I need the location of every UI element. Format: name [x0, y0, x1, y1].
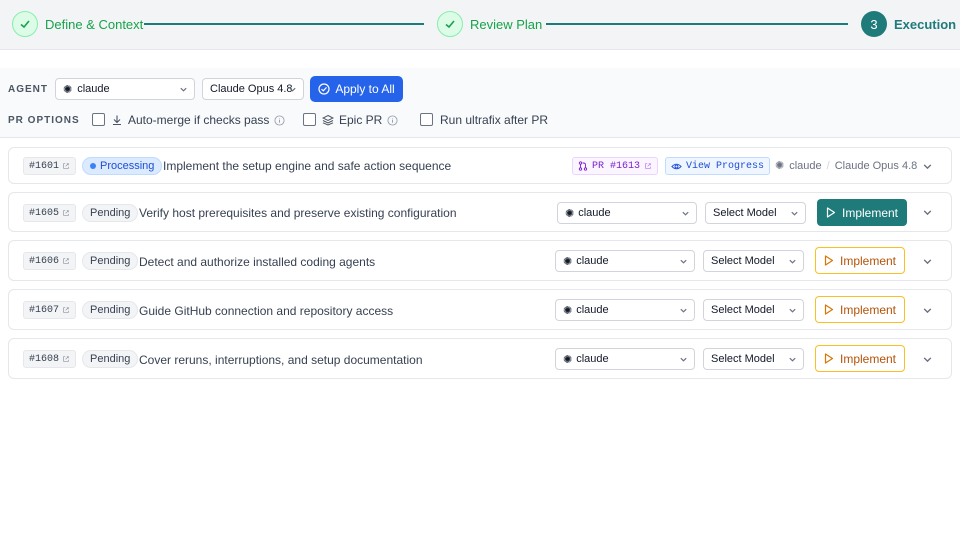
epic-pr-option: Epic PR — [322, 113, 398, 127]
status-badge: Pending — [82, 350, 139, 368]
task-title: Implement the setup engine and safe acti… — [163, 159, 452, 173]
model-select[interactable]: Select Model — [703, 250, 804, 272]
git-pull-request-icon — [578, 161, 588, 171]
external-link-icon — [645, 163, 651, 169]
chevron-down-icon — [791, 211, 798, 216]
issue-link[interactable]: #1608 — [23, 350, 77, 368]
check-circle-icon — [318, 83, 330, 95]
task-row: #1607 Pending Guide GitHub connection an… — [8, 289, 952, 330]
task-title: Cover reruns, interruptions, and setup d… — [139, 353, 423, 367]
chevron-down-icon[interactable] — [922, 354, 933, 365]
task-title: Guide GitHub connection and repository a… — [139, 304, 394, 318]
step-define-context[interactable]: Define & Context — [12, 11, 143, 37]
agent-select[interactable]: ✺ claude — [557, 202, 697, 224]
task-row: #1601 Processing Implement the setup eng… — [8, 147, 952, 184]
implement-button[interactable]: Implement — [815, 296, 905, 323]
claude-icon: ✺ — [563, 304, 573, 317]
automerge-checkbox[interactable] — [92, 113, 105, 126]
external-link-icon — [63, 163, 69, 169]
issue-link[interactable]: #1607 — [23, 301, 77, 319]
automerge-option: Auto-merge if checks pass — [111, 113, 285, 127]
separator: / — [826, 159, 830, 172]
issue-link[interactable]: #1601 — [23, 157, 77, 175]
agent-select[interactable]: ✺ claude — [55, 78, 195, 100]
step-connector — [546, 23, 848, 25]
agent-select[interactable]: ✺ claude — [555, 348, 695, 370]
chevron-down-icon[interactable] — [922, 256, 933, 267]
external-link-icon — [63, 210, 69, 216]
claude-icon: ✺ — [563, 353, 573, 366]
info-icon[interactable] — [387, 114, 398, 126]
info-icon[interactable] — [274, 114, 285, 126]
agent-model-info: ✺ claude / Claude Opus 4.8 — [775, 159, 918, 173]
play-icon — [824, 255, 834, 266]
check-icon — [12, 11, 38, 37]
step-connector — [144, 23, 424, 25]
view-progress-button[interactable]: View Progress — [665, 157, 771, 175]
model-select[interactable]: Select Model — [703, 348, 804, 370]
agent-select[interactable]: ✺ claude — [555, 299, 695, 321]
chevron-down-icon — [180, 87, 187, 92]
claude-icon: ✺ — [565, 207, 575, 220]
pr-options-label: PR OPTIONS — [8, 115, 80, 126]
task-row: #1608 Pending Cover reruns, interruption… — [8, 338, 952, 379]
chevron-down-icon[interactable] — [922, 207, 933, 218]
stepper: Define & Context Review Plan 3 Execution — [0, 0, 960, 50]
play-icon — [824, 304, 834, 315]
model-select[interactable]: Claude Opus 4.8 — [202, 78, 304, 100]
step-number: 3 — [861, 11, 887, 37]
step-review-plan[interactable]: Review Plan — [437, 11, 542, 37]
step-label: Review Plan — [470, 16, 543, 32]
chevron-down-icon[interactable] — [922, 305, 933, 316]
external-link-icon — [63, 307, 69, 313]
epic-pr-checkbox[interactable] — [303, 113, 316, 126]
task-row: #1605 Pending Verify host prerequisites … — [8, 192, 952, 232]
play-icon — [824, 353, 834, 364]
ultrafix-label: Run ultrafix after PR — [440, 113, 549, 127]
agent-label: AGENT — [8, 84, 48, 95]
agent-select[interactable]: ✺ claude — [555, 250, 695, 272]
issue-link[interactable]: #1605 — [23, 204, 77, 222]
external-link-icon — [63, 356, 69, 362]
status-badge: Pending — [82, 301, 139, 319]
chevron-down-icon — [680, 308, 687, 313]
chevron-down-icon — [682, 211, 689, 216]
issue-link[interactable]: #1606 — [23, 252, 77, 270]
ultrafix-checkbox[interactable] — [420, 113, 433, 126]
chevron-down-icon — [680, 357, 687, 362]
download-icon — [113, 115, 121, 126]
task-title: Verify host prerequisites and preserve e… — [139, 206, 457, 220]
chevron-down-icon — [789, 357, 796, 362]
implement-button[interactable]: Implement — [815, 345, 905, 372]
options-panel: AGENT ✺ claude Claude Opus 4.8 Apply to … — [0, 68, 960, 138]
eye-icon — [671, 163, 682, 169]
model-select[interactable]: Select Model — [703, 299, 804, 321]
apply-to-all-button[interactable]: Apply to All — [310, 76, 403, 102]
model-select[interactable]: Select Model — [705, 202, 806, 224]
step-label: Define & Context — [45, 16, 144, 32]
status-dot — [90, 163, 96, 169]
task-row: #1606 Pending Detect and authorize insta… — [8, 240, 952, 281]
status-badge: Pending — [82, 252, 139, 270]
status-badge: Processing — [82, 157, 163, 175]
chevron-down-icon — [289, 87, 296, 92]
implement-button[interactable]: Implement — [817, 199, 907, 226]
claude-icon: ✺ — [63, 83, 73, 96]
claude-icon: ✺ — [775, 160, 785, 172]
pr-link[interactable]: PR #1613 — [572, 157, 659, 175]
implement-button[interactable]: Implement — [815, 247, 905, 274]
chevron-down-icon — [680, 259, 687, 264]
layers-icon — [322, 114, 334, 126]
play-icon — [826, 207, 836, 218]
chevron-down-icon — [789, 308, 796, 313]
external-link-icon — [63, 258, 69, 264]
check-icon — [437, 11, 463, 37]
step-label: Execution — [894, 16, 957, 32]
status-badge: Pending — [82, 204, 139, 222]
chevron-down-icon — [789, 259, 796, 264]
step-execution[interactable]: 3 Execution — [861, 11, 956, 37]
claude-icon: ✺ — [563, 255, 573, 268]
task-title: Detect and authorize installed coding ag… — [139, 255, 376, 269]
chevron-down-icon[interactable] — [922, 161, 933, 172]
